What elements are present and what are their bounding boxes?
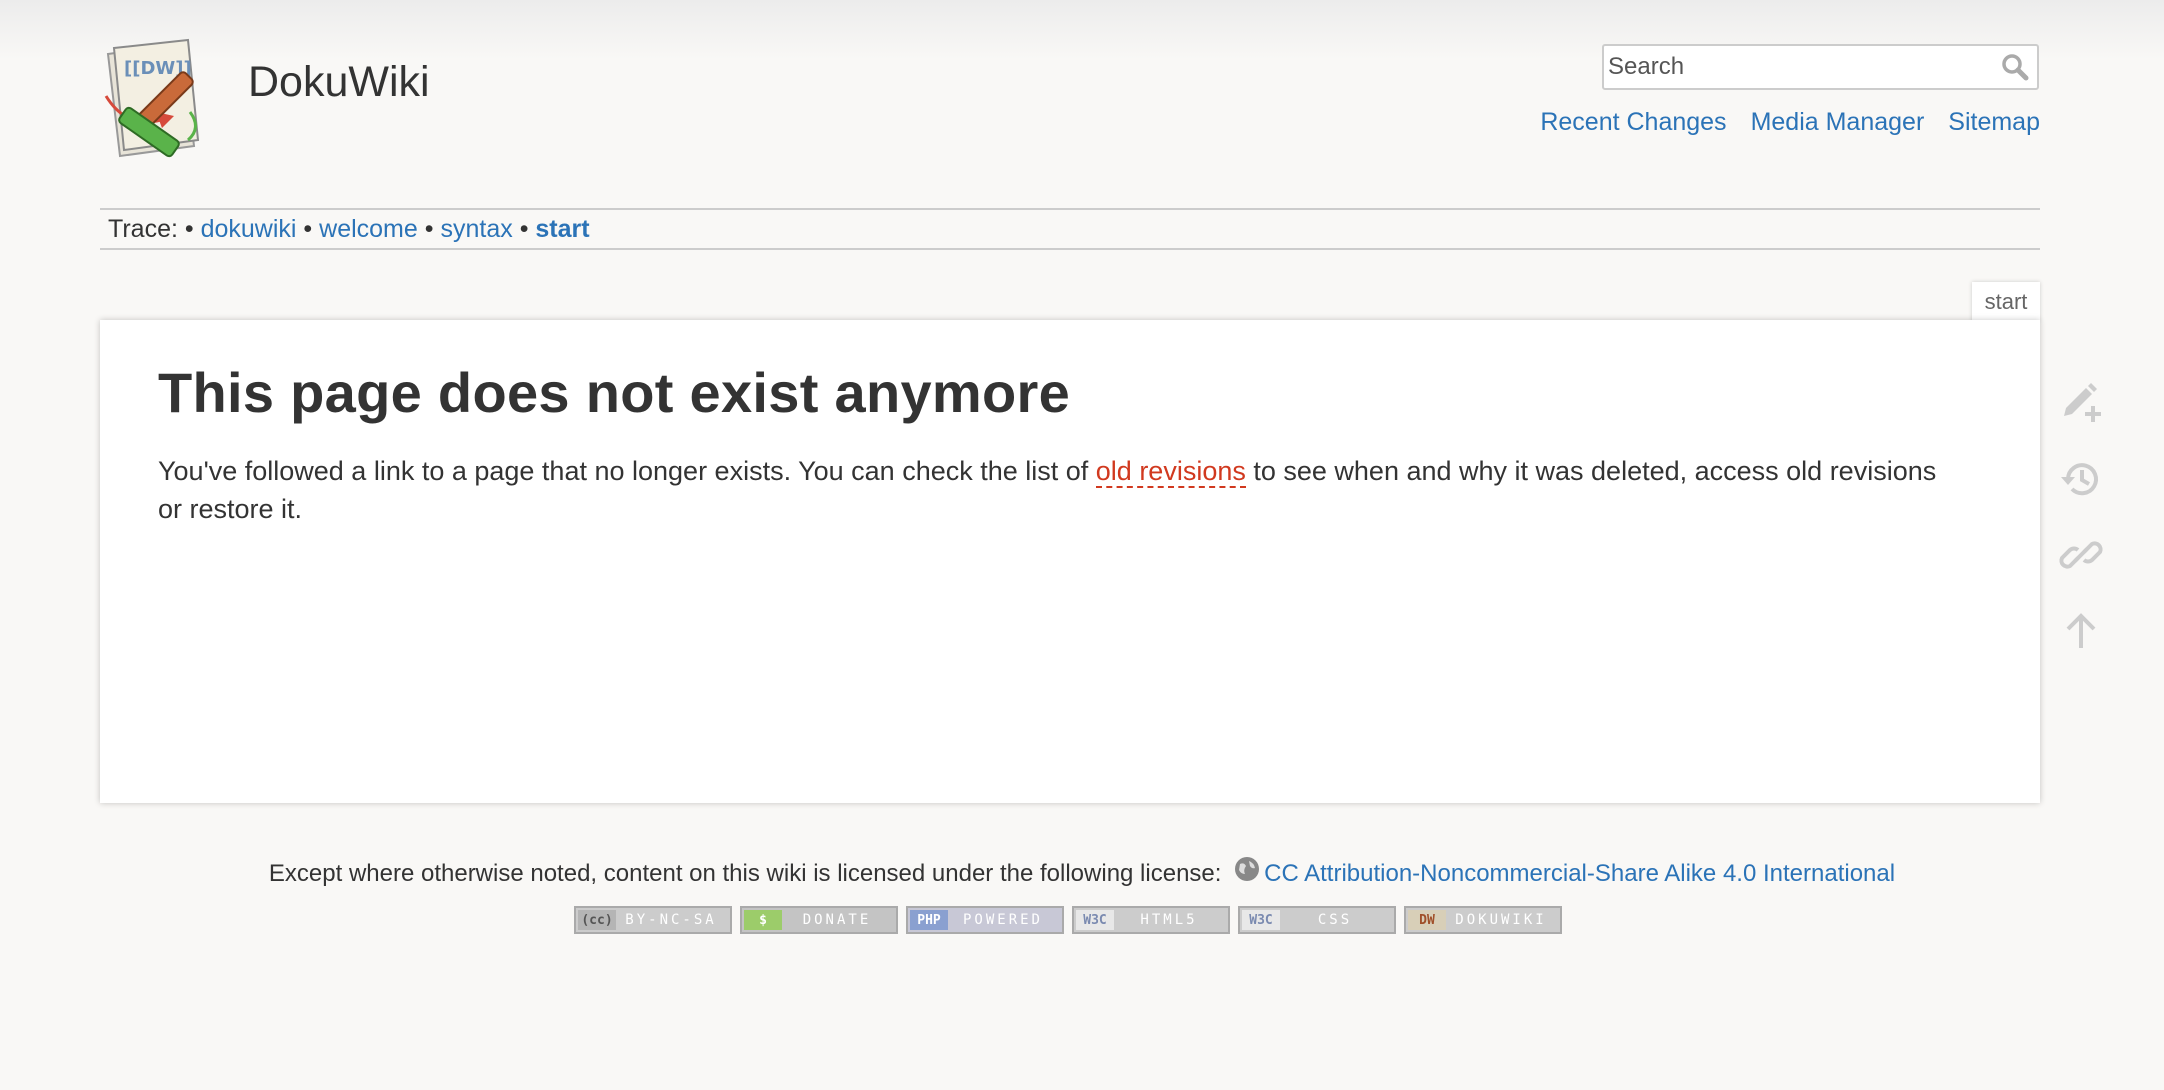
badge-css-chip: W3C — [1242, 910, 1280, 930]
dokuwiki-logo[interactable]: [[DW]] — [98, 36, 230, 168]
breadcrumb-separator: • — [424, 215, 434, 243]
badge-w3c-html5[interactable]: W3C HTML5 — [1072, 906, 1230, 934]
media-manager-link[interactable]: Media Manager — [1751, 108, 1925, 137]
badge-dokuwiki-label: DOKUWIKI — [1455, 912, 1547, 928]
message-text-before: You've followed a link to a page that no… — [158, 456, 1096, 486]
page-id-tab: start — [1972, 282, 2040, 322]
badge-donate-chip: $ — [744, 910, 782, 930]
badge-donate-label: DONATE — [802, 912, 872, 928]
edit-icon[interactable] — [2058, 380, 2104, 426]
search-form — [1602, 44, 2039, 90]
license-text: Except where otherwise noted, content on… — [268, 859, 1222, 887]
badge-dokuwiki[interactable]: DW DOKUWIKI — [1404, 906, 1562, 934]
page-message: You've followed a link to a page that no… — [158, 452, 1958, 528]
badge-php-label: POWERED — [962, 912, 1043, 928]
old-revisions-link[interactable]: old revisions — [1095, 456, 1246, 488]
search-icon[interactable] — [1999, 52, 2031, 82]
badge-cc-chip: (cc) — [578, 910, 616, 930]
breadcrumb-separator: • — [519, 215, 529, 243]
badge-w3c-css[interactable]: W3C CSS — [1238, 906, 1396, 934]
license-link[interactable]: CC Attribution-Noncommercial-Share Alike… — [1264, 860, 1895, 887]
badge-cc-license[interactable]: (cc) BY-NC-SA — [574, 906, 732, 934]
history-icon[interactable] — [2058, 456, 2104, 502]
badge-php-powered[interactable]: PHP POWERED — [906, 906, 1064, 934]
page-content: This page does not exist anymore You've … — [100, 320, 2040, 803]
breadcrumb-item-start[interactable]: start — [535, 215, 589, 243]
badge-php-chip: PHP — [910, 910, 948, 930]
breadcrumb: Trace: • dokuwiki • welcome • syntax • s… — [100, 208, 2040, 250]
breadcrumb-label: Trace: — [108, 215, 178, 243]
recent-changes-link[interactable]: Recent Changes — [1540, 108, 1726, 137]
badge-cc-label: BY-NC-SA — [625, 912, 717, 928]
site-tools: Recent Changes Media Manager Sitemap — [1540, 108, 2040, 137]
breadcrumb-item-welcome[interactable]: welcome — [319, 215, 418, 243]
breadcrumb-item-dokuwiki[interactable]: dokuwiki — [201, 215, 297, 243]
badge-html5-label: HTML5 — [1140, 912, 1198, 928]
breadcrumb-separator: • — [303, 215, 313, 243]
globe-icon — [1234, 856, 1260, 889]
sitemap-link[interactable]: Sitemap — [1948, 108, 2040, 137]
breadcrumb-separator: • — [184, 215, 194, 243]
site-title[interactable]: DokuWiki — [248, 58, 430, 107]
backlinks-icon[interactable] — [2058, 532, 2104, 578]
badge-donate[interactable]: $ DONATE — [740, 906, 898, 934]
badge-html5-chip: W3C — [1076, 910, 1114, 930]
license-notice: Except where otherwise noted, content on… — [0, 856, 2164, 893]
back-to-top-icon[interactable] — [2058, 608, 2104, 654]
badge-css-label: CSS — [1317, 912, 1353, 928]
footer-badges: (cc) BY-NC-SA $ DONATE PHP POWERED W3C HTML5… — [574, 906, 1562, 934]
badge-dokuwiki-chip: DW — [1408, 910, 1446, 930]
breadcrumb-item-syntax[interactable]: syntax — [440, 215, 512, 243]
page-heading: This page does not exist anymore — [158, 361, 1071, 424]
search-input[interactable] — [1604, 46, 1984, 88]
